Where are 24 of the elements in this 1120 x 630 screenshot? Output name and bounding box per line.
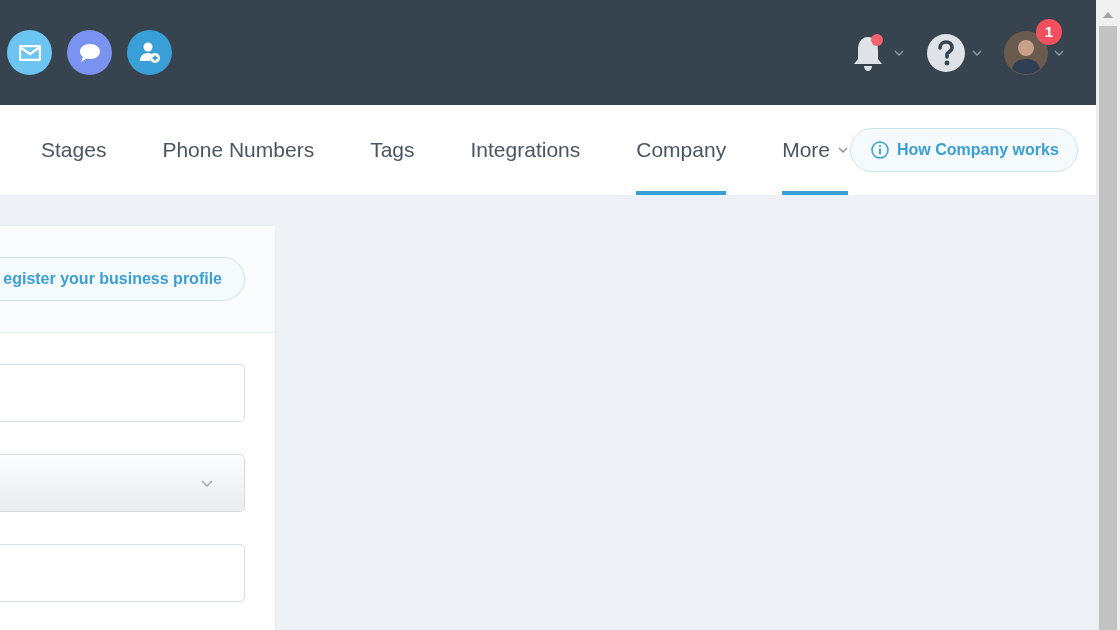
chevron-down-icon xyxy=(201,479,213,487)
select-field[interactable] xyxy=(0,454,245,512)
nav-tab[interactable]: Phone Numbers xyxy=(162,105,315,195)
scrollbar-thumb[interactable] xyxy=(1099,26,1117,630)
nav-tab[interactable]: Company xyxy=(636,105,727,195)
help-menu-button[interactable] xyxy=(926,32,982,73)
nav-tab[interactable]: Tags xyxy=(370,105,415,195)
nav-tab[interactable]: Stages xyxy=(41,105,107,195)
info-icon xyxy=(871,141,889,159)
quick-action-button[interactable] xyxy=(67,30,112,75)
nav-tab[interactable]: Integrations xyxy=(470,105,581,195)
input-field[interactable] xyxy=(0,544,245,602)
question-mark-icon xyxy=(926,32,966,73)
envelope-icon xyxy=(18,44,41,61)
chevron-down-icon xyxy=(1054,49,1064,56)
speech-bubble-icon xyxy=(77,41,102,64)
notification-badge: 1 xyxy=(1036,18,1062,45)
add-person-icon xyxy=(137,40,162,65)
chevron-down-icon xyxy=(894,49,904,56)
quick-action-button[interactable] xyxy=(127,30,172,75)
nav-tab[interactable]: More xyxy=(782,105,848,195)
chevron-down-icon xyxy=(972,49,982,56)
quick-action-button[interactable] xyxy=(7,30,52,75)
input-field[interactable] xyxy=(0,364,245,422)
